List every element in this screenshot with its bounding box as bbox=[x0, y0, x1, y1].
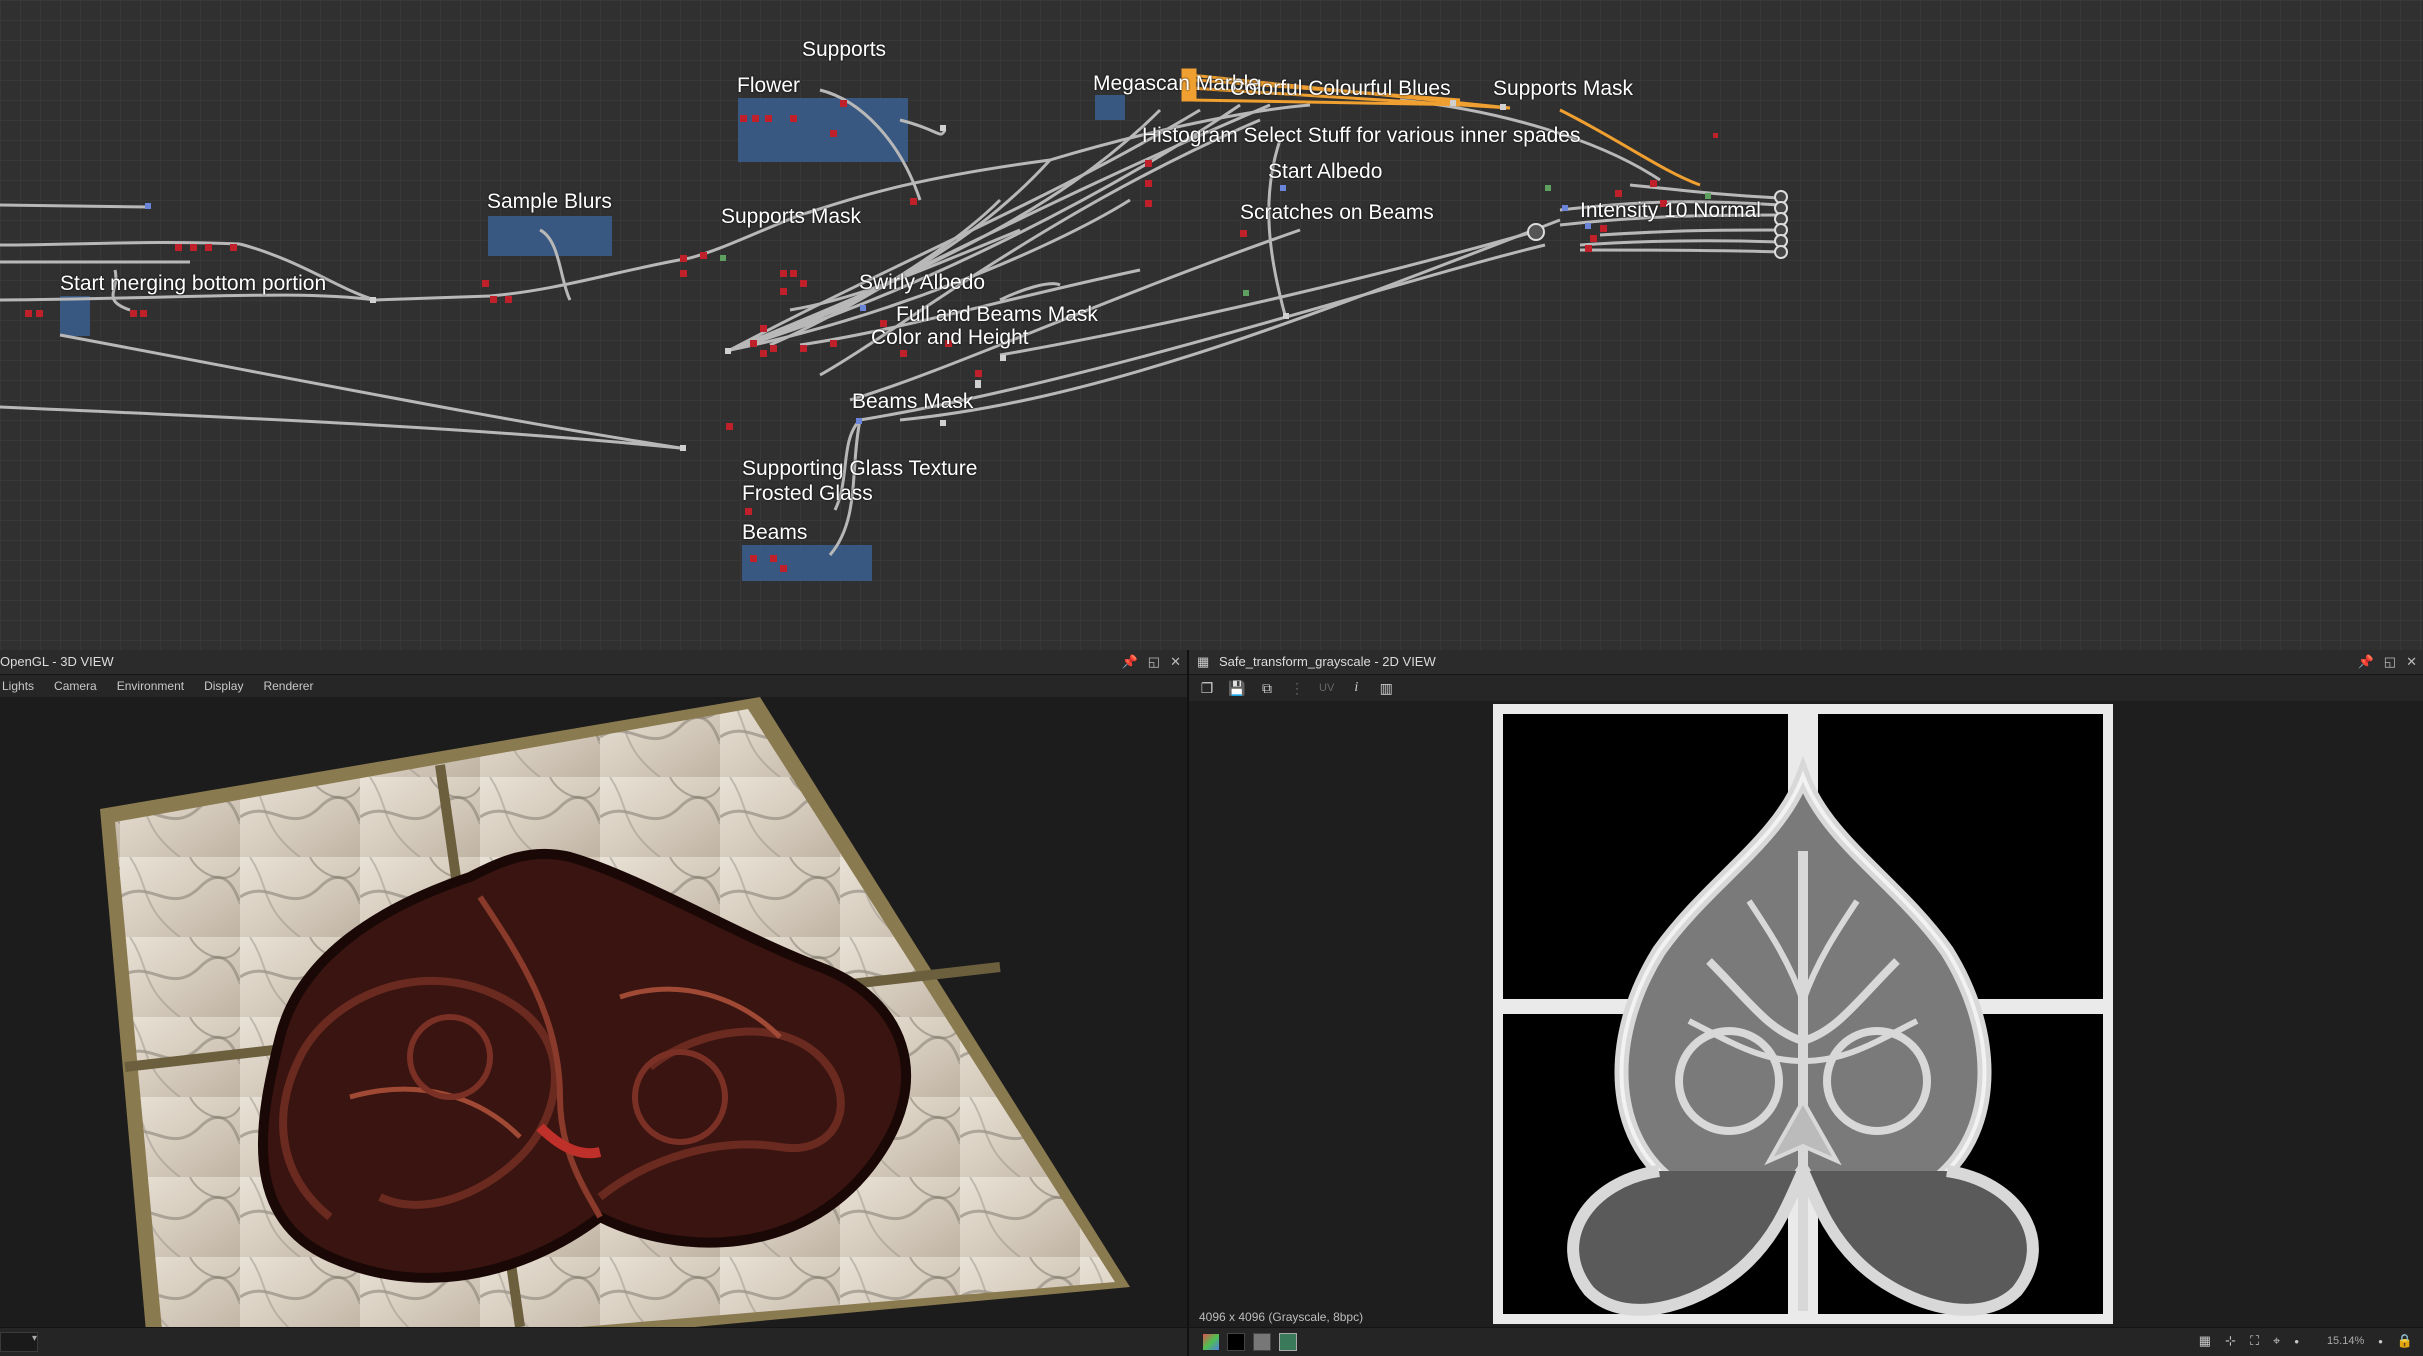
crosshair-icon[interactable]: ⌖ bbox=[2273, 1333, 2280, 1349]
frame-beams[interactable] bbox=[742, 545, 872, 581]
copy-icon[interactable]: ❐ bbox=[1199, 680, 1215, 696]
uv-channel-icon[interactable]: ⋮ bbox=[1289, 680, 1305, 696]
view3d-menubar: Lights Camera Environment Display Render… bbox=[0, 675, 1187, 697]
frame-sample-blurs[interactable] bbox=[488, 216, 612, 256]
pin-icon[interactable]: 📌 bbox=[2358, 650, 2374, 674]
frame-label-supporting-glass[interactable]: Supporting Glass Texture bbox=[742, 457, 977, 481]
menu-display[interactable]: Display bbox=[204, 675, 243, 697]
frame-label-sample-blurs[interactable]: Sample Blurs bbox=[487, 190, 612, 214]
panel-2d-view: ▦ Safe_transform_grayscale - 2D VIEW 📌 ◱… bbox=[1189, 650, 2423, 1356]
frame-label-color-height[interactable]: Color and Height bbox=[871, 326, 1029, 350]
frame-label-start-albedo[interactable]: Start Albedo bbox=[1268, 160, 1382, 184]
frame-label-intensity[interactable]: Intensity 10 Normal bbox=[1580, 199, 1761, 223]
frame-label-histogram[interactable]: Histogram Select Stuff for various inner… bbox=[1142, 124, 1581, 148]
3d-render bbox=[0, 697, 1187, 1328]
view2d-toolbar: ❐ 💾 ⧉ ⋮ UV i ▥ bbox=[1189, 675, 2423, 701]
menu-camera[interactable]: Camera bbox=[54, 675, 97, 697]
frame-megascan[interactable] bbox=[1095, 95, 1125, 120]
fit-icon[interactable]: ⛶ bbox=[2250, 1333, 2259, 1349]
viewport-2d[interactable]: 4096 x 4096 (Grayscale, 8bpc) bbox=[1189, 701, 2423, 1328]
pin-icon[interactable]: 📌 bbox=[1122, 650, 1138, 674]
frame-label-full-beams[interactable]: Full and Beams Mask bbox=[896, 303, 1098, 327]
uv-dropdown[interactable]: UV bbox=[1319, 682, 1334, 694]
frame-label-supports-mask-top[interactable]: Supports Mask bbox=[1493, 77, 1633, 101]
frame-label-beams-mask[interactable]: Beams Mask bbox=[852, 390, 973, 414]
frame-label-supports[interactable]: Supports bbox=[802, 38, 886, 62]
frame-label-scratches[interactable]: Scratches on Beams bbox=[1240, 201, 1434, 225]
frame-label-frosted[interactable]: Frosted Glass bbox=[742, 482, 873, 506]
black-swatch-icon[interactable] bbox=[1227, 1333, 1245, 1351]
zoom-dot-icon[interactable]: • bbox=[2378, 1334, 2383, 1349]
frame-label-flower[interactable]: Flower bbox=[737, 74, 800, 98]
zoom-level[interactable]: 15.14% bbox=[2327, 1335, 2364, 1347]
2d-texture-preview bbox=[1493, 704, 2113, 1324]
lock-icon[interactable]: 🔒 bbox=[2397, 1333, 2413, 1349]
panel-2d-title: Safe_transform_grayscale - 2D VIEW bbox=[1219, 654, 1436, 669]
panel-2d-title-bar: ▦ Safe_transform_grayscale - 2D VIEW 📌 ◱… bbox=[1189, 650, 2423, 675]
float-panel-icon[interactable]: ◱ bbox=[2384, 650, 2396, 674]
save-icon[interactable]: 💾 bbox=[1228, 680, 1245, 696]
frame-start-merging[interactable] bbox=[60, 296, 90, 336]
texture-icon: ▦ bbox=[1197, 654, 1210, 669]
frame-label-swirly[interactable]: Swirly Albedo bbox=[859, 271, 985, 295]
export-icon[interactable]: ⧉ bbox=[1259, 680, 1275, 696]
frame-label-colorful[interactable]: Colorful Colourful Blues bbox=[1230, 77, 1451, 101]
grid-icon[interactable]: ▦ bbox=[2199, 1333, 2211, 1349]
pivot-icon[interactable]: ⊹ bbox=[2225, 1333, 2236, 1349]
view2d-statusbar: ▦ ⊹ ⛶ ⌖ • 15.14% • 🔒 bbox=[1189, 1327, 2423, 1356]
checker-icon[interactable] bbox=[1279, 1333, 1297, 1351]
info-icon[interactable]: i bbox=[1348, 680, 1364, 696]
layers-icon[interactable] bbox=[1203, 1334, 1219, 1350]
view3d-statusbar: ▾ bbox=[0, 1327, 1187, 1356]
panel-3d-view: OpenGL - 3D VIEW 📌 ◱ ✕ Lights Camera Env… bbox=[0, 650, 1187, 1356]
dot-icon[interactable]: • bbox=[2294, 1334, 2299, 1349]
graph-links bbox=[0, 68, 1788, 581]
panel-3d-title-bar: OpenGL - 3D VIEW 📌 ◱ ✕ bbox=[0, 650, 1187, 675]
frame-label-supports-mask[interactable]: Supports Mask bbox=[721, 205, 861, 229]
frame-label-beams[interactable]: Beams bbox=[742, 521, 807, 545]
close-icon[interactable]: ✕ bbox=[1170, 650, 1181, 674]
panel-3d-title: OpenGL - 3D VIEW bbox=[0, 654, 114, 669]
histogram-icon[interactable]: ▥ bbox=[1378, 680, 1394, 696]
menu-renderer[interactable]: Renderer bbox=[263, 675, 313, 697]
view3d-dropdown[interactable]: ▾ bbox=[0, 1332, 38, 1352]
image-info: 4096 x 4096 (Grayscale, 8bpc) bbox=[1199, 1310, 1364, 1324]
frame-label-start-merging[interactable]: Start merging bottom portion bbox=[60, 272, 326, 296]
menu-environment[interactable]: Environment bbox=[117, 675, 184, 697]
close-icon[interactable]: ✕ bbox=[2406, 650, 2417, 674]
node-graph[interactable]: Supports Flower Megascan Marble Colorful… bbox=[0, 0, 2423, 650]
menu-lights[interactable]: Lights bbox=[2, 675, 34, 697]
float-panel-icon[interactable]: ◱ bbox=[1148, 650, 1160, 674]
grey-swatch-icon[interactable] bbox=[1253, 1333, 1271, 1351]
viewport-3d[interactable] bbox=[0, 697, 1187, 1328]
